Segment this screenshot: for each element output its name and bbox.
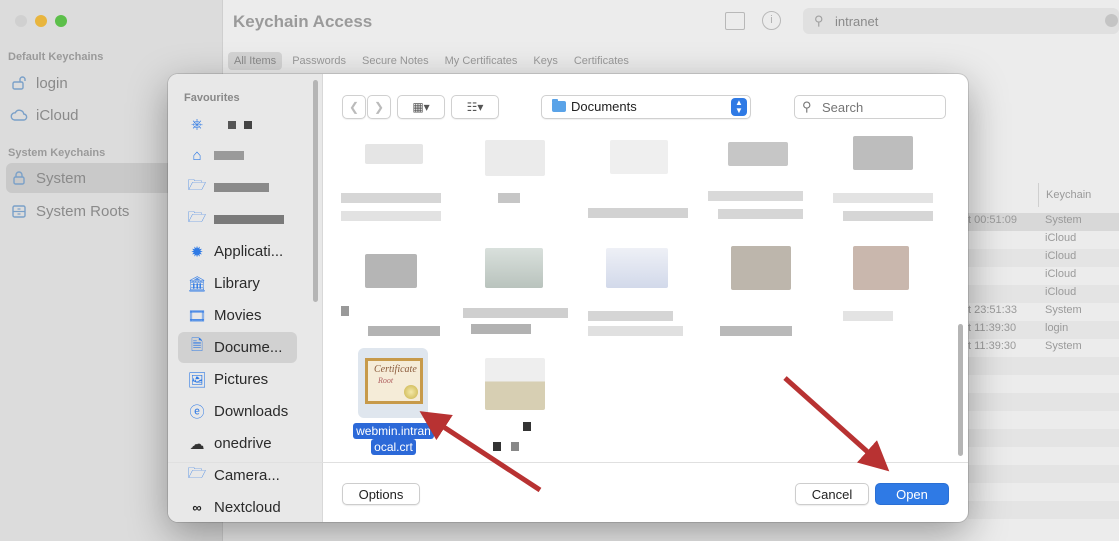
arrow-to-open-button — [783, 376, 890, 472]
annotation-arrows — [419, 376, 890, 493]
arrow-to-certificate — [419, 411, 542, 493]
